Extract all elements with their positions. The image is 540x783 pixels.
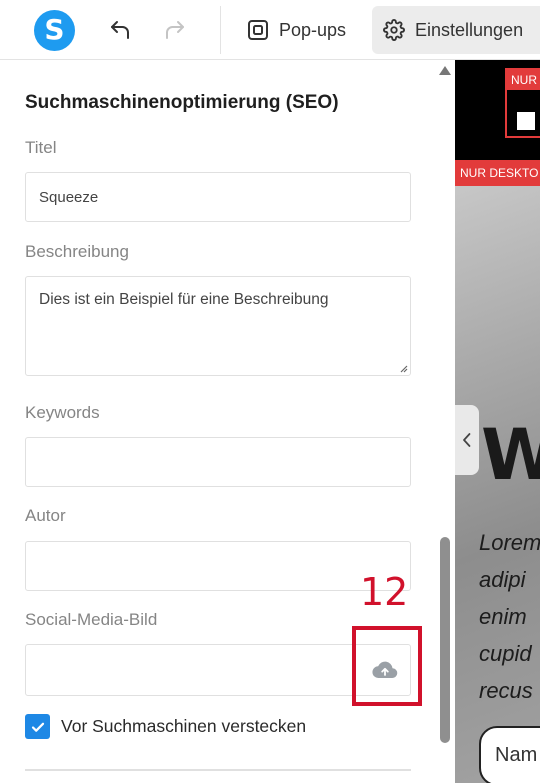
page-preview: NUR NUR DESKTO W Lorem adipi enim cupid … xyxy=(455,60,540,783)
popup-icon xyxy=(246,18,270,42)
app-logo[interactable]: S xyxy=(34,10,75,51)
preview-element-icon xyxy=(517,112,535,130)
section-divider xyxy=(25,769,411,771)
checkmark-icon xyxy=(31,722,44,732)
keywords-input[interactable] xyxy=(25,437,411,487)
preview-body-line: recus xyxy=(479,678,533,703)
author-label: Autor xyxy=(25,506,66,525)
preview-input-text: Nam xyxy=(495,744,538,766)
popups-button[interactable]: Pop-ups xyxy=(236,6,356,54)
social-image-label: Social-Media-Bild xyxy=(25,610,158,629)
keywords-label: Keywords xyxy=(25,403,100,422)
undo-icon[interactable] xyxy=(106,16,134,44)
preview-body-line: Lorem xyxy=(479,530,540,555)
author-input[interactable] xyxy=(25,541,411,591)
preview-body-line: adipi xyxy=(479,567,526,592)
title-value: Squeeze xyxy=(39,188,99,206)
popups-label: Pop-ups xyxy=(279,19,347,40)
scrollbar-thumb[interactable] xyxy=(440,537,450,743)
gear-icon xyxy=(382,18,406,42)
toolbar-divider xyxy=(220,6,221,54)
hide-from-search-label: Vor Suchmaschinen verstecken xyxy=(61,716,307,736)
title-input[interactable]: Squeeze xyxy=(25,172,411,222)
preview-tag-top: NUR xyxy=(507,70,540,90)
scroll-up-arrow-icon[interactable] xyxy=(439,66,451,75)
preview-body-line: cupid xyxy=(479,641,532,666)
description-label: Beschreibung xyxy=(25,242,129,261)
top-toolbar: S Pop-ups Einstellungen xyxy=(0,0,540,60)
preview-body-line: enim xyxy=(479,604,527,629)
description-value: Dies ist ein Beispiel für eine Beschreib… xyxy=(39,291,329,308)
annotation-number: 12 xyxy=(360,570,409,614)
description-textarea[interactable]: Dies ist ein Beispiel für eine Beschreib… xyxy=(25,276,411,376)
title-label: Titel xyxy=(25,138,57,157)
preview-headline: W xyxy=(481,414,540,496)
logo-letter: S xyxy=(44,12,65,46)
hide-from-search-checkbox[interactable] xyxy=(25,714,50,739)
preview-tag-desktop: NUR DESKTO xyxy=(455,160,540,186)
settings-label: Einstellungen xyxy=(415,19,524,40)
collapse-panel-handle[interactable] xyxy=(455,405,479,475)
section-title: Suchmaschinenoptimierung (SEO) xyxy=(25,92,339,113)
settings-button[interactable]: Einstellungen xyxy=(372,6,540,54)
redo-icon[interactable] xyxy=(161,16,189,44)
annotation-highlight-box xyxy=(352,626,422,706)
preview-name-input: Nam xyxy=(479,726,540,783)
resize-handle-icon[interactable] xyxy=(398,363,408,373)
chevron-left-icon xyxy=(463,433,471,447)
